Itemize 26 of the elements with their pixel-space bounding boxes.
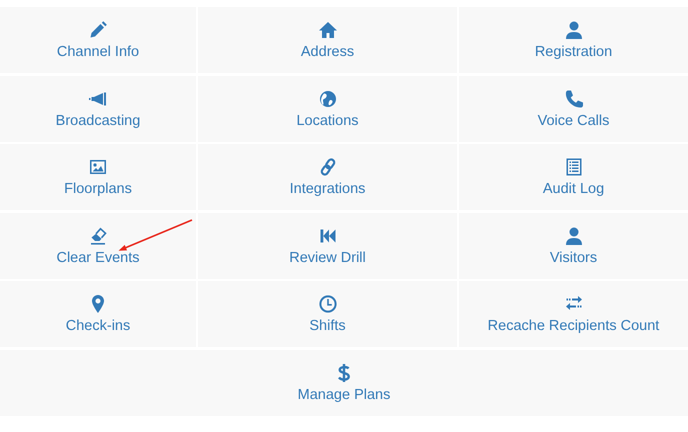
eraser-icon — [88, 226, 108, 246]
clock-icon — [318, 294, 338, 314]
menu-tile[interactable]: Address — [198, 7, 457, 73]
image-icon — [88, 157, 108, 177]
menu-tile[interactable]: Audit Log — [459, 144, 688, 210]
menu-tile[interactable]: Integrations — [198, 144, 457, 210]
menu-tile[interactable]: Visitors — [459, 212, 688, 278]
menu-tile[interactable]: Channel Info — [0, 7, 196, 73]
house-icon — [318, 20, 338, 40]
menu-tile[interactable]: Registration — [459, 7, 688, 73]
menu-tile[interactable]: Broadcasting — [0, 76, 196, 142]
menu-tile[interactable]: Locations — [198, 76, 457, 142]
globe-icon — [318, 88, 338, 108]
menu-tile[interactable]: Clear Events — [0, 212, 196, 278]
menu-tile[interactable]: Manage Plans — [0, 350, 688, 416]
menu-tile[interactable]: Voice Calls — [459, 76, 688, 142]
menu-tile[interactable]: Shifts — [198, 281, 457, 347]
person-icon — [564, 226, 584, 246]
menu-tile[interactable]: Review Drill — [198, 212, 457, 278]
menu-tile[interactable]: Recache Recipients Count — [459, 281, 688, 347]
phone-icon — [564, 88, 584, 108]
menu-tile[interactable]: Floorplans — [0, 144, 196, 210]
menu-tile[interactable]: Check-ins — [0, 281, 196, 347]
person-icon — [564, 20, 584, 40]
list-icon — [564, 157, 584, 177]
pencil-icon — [88, 20, 108, 40]
